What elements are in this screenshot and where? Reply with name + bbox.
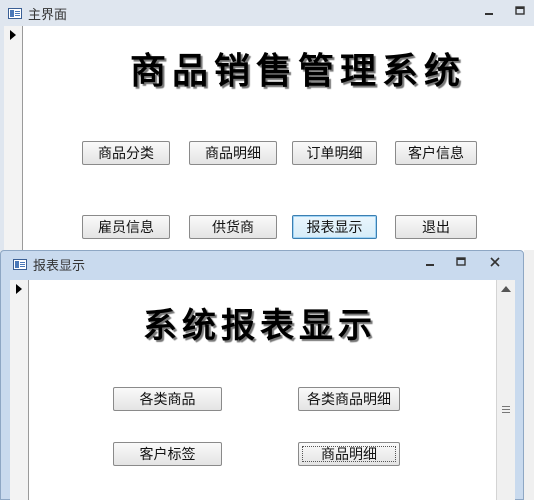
restore-icon[interactable] <box>452 256 470 272</box>
order-detail-button[interactable]: 订单明细 <box>292 141 377 165</box>
main-heading: 商品销售管理系统 <box>130 50 467 92</box>
close-icon[interactable] <box>486 256 504 272</box>
form-icon <box>13 258 27 270</box>
customer-info-button[interactable]: 客户信息 <box>395 141 477 165</box>
report-display-button[interactable]: 报表显示 <box>292 215 377 239</box>
report-vertical-scrollbar[interactable] <box>496 280 515 500</box>
report-record-selector[interactable] <box>10 280 29 500</box>
all-products-button[interactable]: 各类商品 <box>113 387 222 411</box>
main-window-title: 主界面 <box>28 7 68 23</box>
record-selector-arrow-icon <box>16 284 22 294</box>
scrollbar-grip-icon[interactable] <box>502 406 510 413</box>
main-window-right-edge <box>524 250 534 500</box>
report-product-detail-button[interactable]: 商品明细 <box>298 442 400 466</box>
minimize-icon[interactable] <box>421 256 439 272</box>
customer-label-button[interactable]: 客户标签 <box>113 442 222 466</box>
exit-button[interactable]: 退出 <box>395 215 477 239</box>
scroll-up-arrow-icon[interactable] <box>501 286 511 292</box>
minimize-icon[interactable] <box>480 5 498 21</box>
employee-info-button[interactable]: 雇员信息 <box>82 215 170 239</box>
report-heading: 系统报表显示 <box>143 306 377 346</box>
restore-icon[interactable] <box>511 5 529 21</box>
all-products-detail-button[interactable]: 各类商品明细 <box>298 387 400 411</box>
report-window-title: 报表显示 <box>33 258 86 274</box>
product-detail-button[interactable]: 商品明细 <box>189 141 277 165</box>
supplier-button[interactable]: 供货商 <box>189 215 277 239</box>
form-icon <box>8 7 22 19</box>
product-category-button[interactable]: 商品分类 <box>82 141 170 165</box>
report-window-titlebar[interactable]: 报表显示 <box>1 251 523 277</box>
record-selector-arrow-icon <box>10 30 16 40</box>
main-window-titlebar[interactable]: 主界面 <box>0 0 534 26</box>
